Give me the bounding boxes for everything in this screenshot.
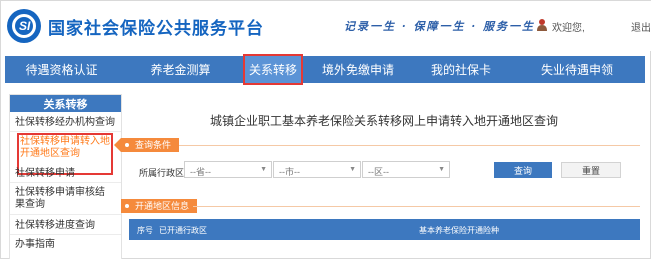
city-select-value: --市-- (279, 167, 300, 177)
sidebar-divider (10, 234, 121, 235)
column-header-index: 序号 (137, 226, 153, 235)
sidebar-item-transfer-apply[interactable]: 社保转移申请 (15, 168, 115, 180)
page-title: 城镇企业职工基本养老保险关系转移网上申请转入地开通地区查询 (210, 114, 559, 128)
province-select[interactable]: --省-- ▼ (184, 161, 272, 178)
district-select[interactable]: --区-- ▼ (362, 161, 450, 178)
results-table-header: 序号 已开通行政区 基本养老保险开通险种 (129, 219, 640, 240)
column-header-area: 已开通行政区 (159, 226, 207, 235)
column-header-insurance-type: 基本养老保险开通险种 (419, 226, 499, 235)
province-select-value: --省-- (190, 167, 211, 177)
site-logo-icon[interactable]: SI (7, 9, 41, 43)
chevron-down-icon: ▼ (349, 166, 356, 173)
sidebar-divider (10, 182, 121, 183)
nav-item-overseas-exemption[interactable]: 境外免缴申请 (303, 56, 413, 83)
reset-button[interactable]: 重置 (561, 162, 621, 178)
sidebar-divider (10, 214, 121, 215)
nav-item-unemployment-benefits[interactable]: 失业待遇申领 (509, 56, 645, 83)
sidebar-title: 关系转移 (10, 95, 121, 112)
site-header: SI 国家社会保险公共服务平台 记录一生 · 保障一生 · 服务一生 欢迎您, … (1, 1, 651, 51)
query-tag-arrow (114, 138, 121, 152)
nav-item-transfer[interactable]: 关系转移 (243, 54, 303, 85)
site-slogan: 记录一生 · 保障一生 · 服务一生 (344, 20, 535, 33)
query-conditions-tag: 查询条件 (121, 138, 180, 152)
nav-item-social-security-card[interactable]: 我的社保卡 (413, 56, 509, 83)
chevron-down-icon: ▼ (438, 166, 445, 173)
user-avatar-icon (537, 19, 547, 31)
sidebar-divider (10, 131, 121, 132)
query-button[interactable]: 查询 (494, 162, 552, 178)
chevron-down-icon: ▼ (260, 166, 267, 173)
main-nav: 待遇资格认证 养老金测算 关系转移 境外免缴申请 我的社保卡 失业待遇申领 (5, 54, 645, 85)
sidebar-item-progress-query[interactable]: 社保转移进度查询 (15, 220, 115, 232)
sidebar-item-agency-query[interactable]: 社保转移经办机构查询 (15, 117, 115, 129)
open-area-info-tag: 开通地区信息 (121, 199, 198, 213)
area-label: 所属行政区: (139, 168, 187, 178)
sidebar-item-guide[interactable]: 办事指南 (15, 239, 115, 251)
nav-item-pension-calculator[interactable]: 养老金测算 (118, 56, 243, 83)
district-select-value: --区-- (368, 167, 389, 177)
welcome-text: 欢迎您, (552, 23, 585, 34)
section-divider (193, 206, 640, 207)
logout-link[interactable]: 退出 (631, 19, 651, 34)
page: SI 国家社会保险公共服务平台 记录一生 · 保障一生 · 服务一生 欢迎您, … (0, 0, 651, 259)
sidebar-item-review-result-query[interactable]: 社保转移申请审核结果查询 (15, 187, 113, 211)
section-divider (179, 145, 640, 146)
nav-item-qualification[interactable]: 待遇资格认证 (5, 56, 118, 83)
city-select[interactable]: --市-- ▼ (273, 161, 361, 178)
logo-text: SI (19, 19, 31, 33)
site-title[interactable]: 国家社会保险公共服务平台 (48, 14, 264, 39)
